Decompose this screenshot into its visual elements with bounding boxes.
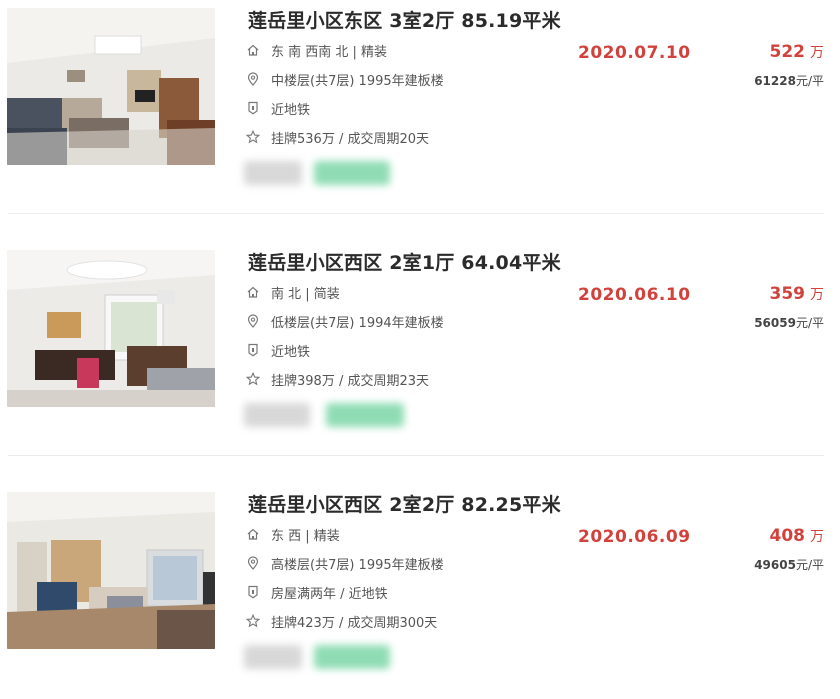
house-info: 东 西 | 精装 [246, 524, 340, 544]
listing-item[interactable]: 莲岳里小区西区 2室1厅 64.04平米 南 北 | 简装 低楼层(共7层) 1… [0, 242, 840, 457]
deal-tags-text: 近地铁 [271, 102, 311, 118]
unit-price: 61228元/平 [754, 72, 824, 89]
house-icon [246, 285, 260, 299]
location-pin-icon [246, 72, 260, 86]
unit-price: 56059元/平 [754, 314, 824, 331]
listing-item[interactable]: 莲岳里小区西区 2室2厅 82.25平米 东 西 | 精装 高楼层(共7层) 1… [0, 484, 840, 699]
star-icon [246, 614, 260, 628]
location-pin-icon [246, 556, 260, 570]
unit-price-value: 61228 [754, 74, 796, 88]
deal-tags: 房屋满两年 / 近地铁 [246, 582, 388, 602]
blurred-agent-info [244, 645, 302, 669]
unit-price-suffix: 元/平 [795, 316, 824, 330]
total-price-value: 359 [769, 284, 806, 304]
total-price: 522 万 [770, 42, 825, 62]
shield-tag-icon [246, 585, 260, 599]
deal-date: 2020.06.09 [578, 527, 691, 547]
blurred-agent-badge [314, 645, 390, 669]
house-info-text: 东 南 西南 北 | 精装 [271, 44, 388, 60]
unit-price: 49605元/平 [754, 556, 824, 573]
price-unit: 万 [810, 287, 824, 303]
deal-date: 2020.06.10 [578, 285, 691, 305]
price-unit: 万 [810, 529, 824, 545]
position-info: 低楼层(共7层) 1994年建板楼 [246, 311, 444, 331]
house-info: 南 北 | 简装 [246, 282, 340, 302]
blurred-agent-info [244, 161, 302, 185]
position-info: 中楼层(共7层) 1995年建板楼 [246, 69, 444, 89]
blurred-agent-info [244, 403, 310, 427]
star-icon [246, 130, 260, 144]
unit-price-value: 49605 [754, 558, 796, 572]
blurred-agent-badge [314, 161, 390, 185]
divider [8, 213, 824, 214]
listing-photo[interactable] [7, 8, 215, 165]
total-price-value: 408 [769, 526, 806, 546]
star-icon [246, 372, 260, 386]
position-info-text: 高楼层(共7层) 1995年建板楼 [271, 557, 444, 573]
follow-info: 挂牌536万 / 成交周期20天 [246, 127, 429, 147]
deal-tags: 近地铁 [246, 340, 310, 360]
house-info-text: 南 北 | 简装 [271, 286, 340, 302]
total-price: 408 万 [770, 526, 825, 546]
shield-tag-icon [246, 101, 260, 115]
position-info-text: 低楼层(共7层) 1994年建板楼 [271, 315, 444, 331]
follow-info: 挂牌423万 / 成交周期300天 [246, 611, 437, 631]
position-info-text: 中楼层(共7层) 1995年建板楼 [271, 73, 444, 89]
house-icon [246, 527, 260, 541]
unit-price-suffix: 元/平 [795, 74, 824, 88]
listing-title[interactable]: 莲岳里小区西区 2室2厅 82.25平米 [248, 490, 561, 517]
price-unit: 万 [810, 45, 824, 61]
follow-info: 挂牌398万 / 成交周期23天 [246, 369, 429, 389]
listing-item[interactable]: 莲岳里小区东区 3室2厅 85.19平米 东 南 西南 北 | 精装 中楼层(共… [0, 0, 840, 215]
total-price: 359 万 [770, 284, 825, 304]
deal-tags: 近地铁 [246, 98, 310, 118]
blurred-agent-badge [326, 403, 404, 427]
listing-photo[interactable] [7, 492, 215, 649]
deal-date: 2020.07.10 [578, 43, 691, 63]
listing-photo[interactable] [7, 250, 215, 407]
position-info: 高楼层(共7层) 1995年建板楼 [246, 553, 444, 573]
listing-title[interactable]: 莲岳里小区西区 2室1厅 64.04平米 [248, 248, 561, 275]
follow-info-text: 挂牌398万 / 成交周期23天 [271, 373, 429, 389]
deal-tags-text: 近地铁 [271, 344, 311, 360]
house-icon [246, 43, 260, 57]
divider [8, 455, 824, 456]
follow-info-text: 挂牌423万 / 成交周期300天 [271, 615, 438, 631]
unit-price-value: 56059 [754, 316, 796, 330]
follow-info-text: 挂牌536万 / 成交周期20天 [271, 131, 429, 147]
deal-tags-text: 房屋满两年 / 近地铁 [271, 586, 388, 602]
location-pin-icon [246, 314, 260, 328]
unit-price-suffix: 元/平 [795, 558, 824, 572]
total-price-value: 522 [769, 42, 806, 62]
house-info: 东 南 西南 北 | 精装 [246, 40, 387, 60]
house-info-text: 东 西 | 精装 [271, 528, 340, 544]
shield-tag-icon [246, 343, 260, 357]
listing-title[interactable]: 莲岳里小区东区 3室2厅 85.19平米 [248, 6, 561, 33]
